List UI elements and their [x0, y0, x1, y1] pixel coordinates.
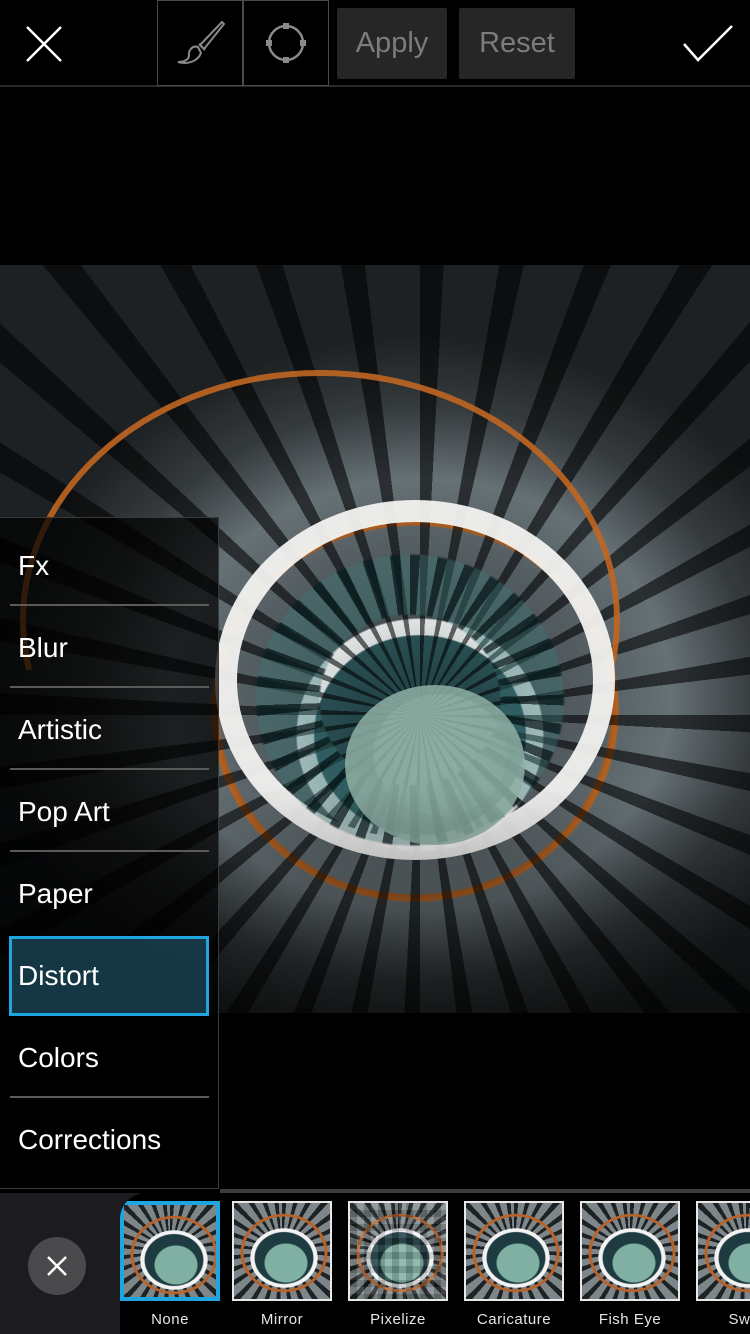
- close-icon: [26, 26, 62, 62]
- top-toolbar: Apply Reset: [0, 0, 750, 87]
- effect-pixelize[interactable]: Pixelize: [348, 1201, 448, 1328]
- category-label: Corrections: [18, 1124, 162, 1155]
- effect-label: Swirl: [728, 1311, 750, 1328]
- effect-none[interactable]: None: [120, 1201, 220, 1328]
- effect-label: None: [151, 1311, 189, 1328]
- brush-icon: [177, 20, 226, 64]
- close-button[interactable]: [18, 18, 70, 70]
- category-blur[interactable]: Blur: [9, 608, 209, 688]
- circle-select-icon: [266, 23, 306, 63]
- effect-label: Mirror: [260, 1311, 304, 1328]
- category-label: Blur: [18, 632, 68, 663]
- confirm-button[interactable]: [680, 16, 736, 72]
- effect-label: Fish Eye: [598, 1311, 662, 1328]
- effect-mirror[interactable]: Mirror: [232, 1201, 332, 1328]
- effect-thumbnail: [120, 1201, 220, 1301]
- checkmark-icon: [683, 25, 733, 62]
- effect-category-menu: Fx Blur Artistic Pop Art Paper Distort C…: [0, 517, 219, 1189]
- effect-caricature[interactable]: Caricature: [464, 1201, 564, 1328]
- effect-label: Pixelize: [370, 1311, 426, 1328]
- category-corrections[interactable]: Corrections: [9, 1100, 209, 1180]
- category-label: Fx: [18, 550, 50, 581]
- brush-tool-button[interactable]: [157, 0, 243, 86]
- effect-thumbnail: [348, 1201, 448, 1301]
- effect-swirl[interactable]: Swirl: [696, 1201, 750, 1328]
- reset-button[interactable]: Reset: [459, 8, 575, 79]
- category-artistic[interactable]: Artistic: [9, 690, 209, 770]
- category-fx[interactable]: Fx: [9, 526, 209, 606]
- category-distort[interactable]: Distort: [9, 936, 209, 1016]
- effect-thumbnail: [232, 1201, 332, 1301]
- shape-select-button[interactable]: [243, 0, 329, 86]
- effect-thumbnail: [464, 1201, 564, 1301]
- effects-bar: None Mirror Pixelize Caricature Fish Eye…: [0, 1189, 750, 1334]
- close-effects-button[interactable]: [28, 1237, 86, 1295]
- effect-label: Caricature: [476, 1311, 552, 1328]
- category-colors[interactable]: Colors: [9, 1018, 209, 1098]
- effect-thumbnail: [580, 1201, 680, 1301]
- effect-fish-eye[interactable]: Fish Eye: [580, 1201, 680, 1328]
- close-panel: [0, 1193, 140, 1334]
- category-label: Colors: [18, 1042, 99, 1073]
- category-paper[interactable]: Paper: [9, 854, 209, 934]
- category-label: Paper: [18, 878, 93, 909]
- effect-thumbnail: [696, 1201, 750, 1301]
- category-label: Distort: [18, 960, 99, 991]
- apply-button[interactable]: Apply: [337, 8, 447, 79]
- category-label: Pop Art: [18, 796, 110, 827]
- close-icon: [47, 1256, 67, 1276]
- category-pop-art[interactable]: Pop Art: [9, 772, 209, 852]
- effects-scroller[interactable]: None Mirror Pixelize Caricature Fish Eye…: [120, 1193, 750, 1334]
- category-label: Artistic: [18, 714, 102, 745]
